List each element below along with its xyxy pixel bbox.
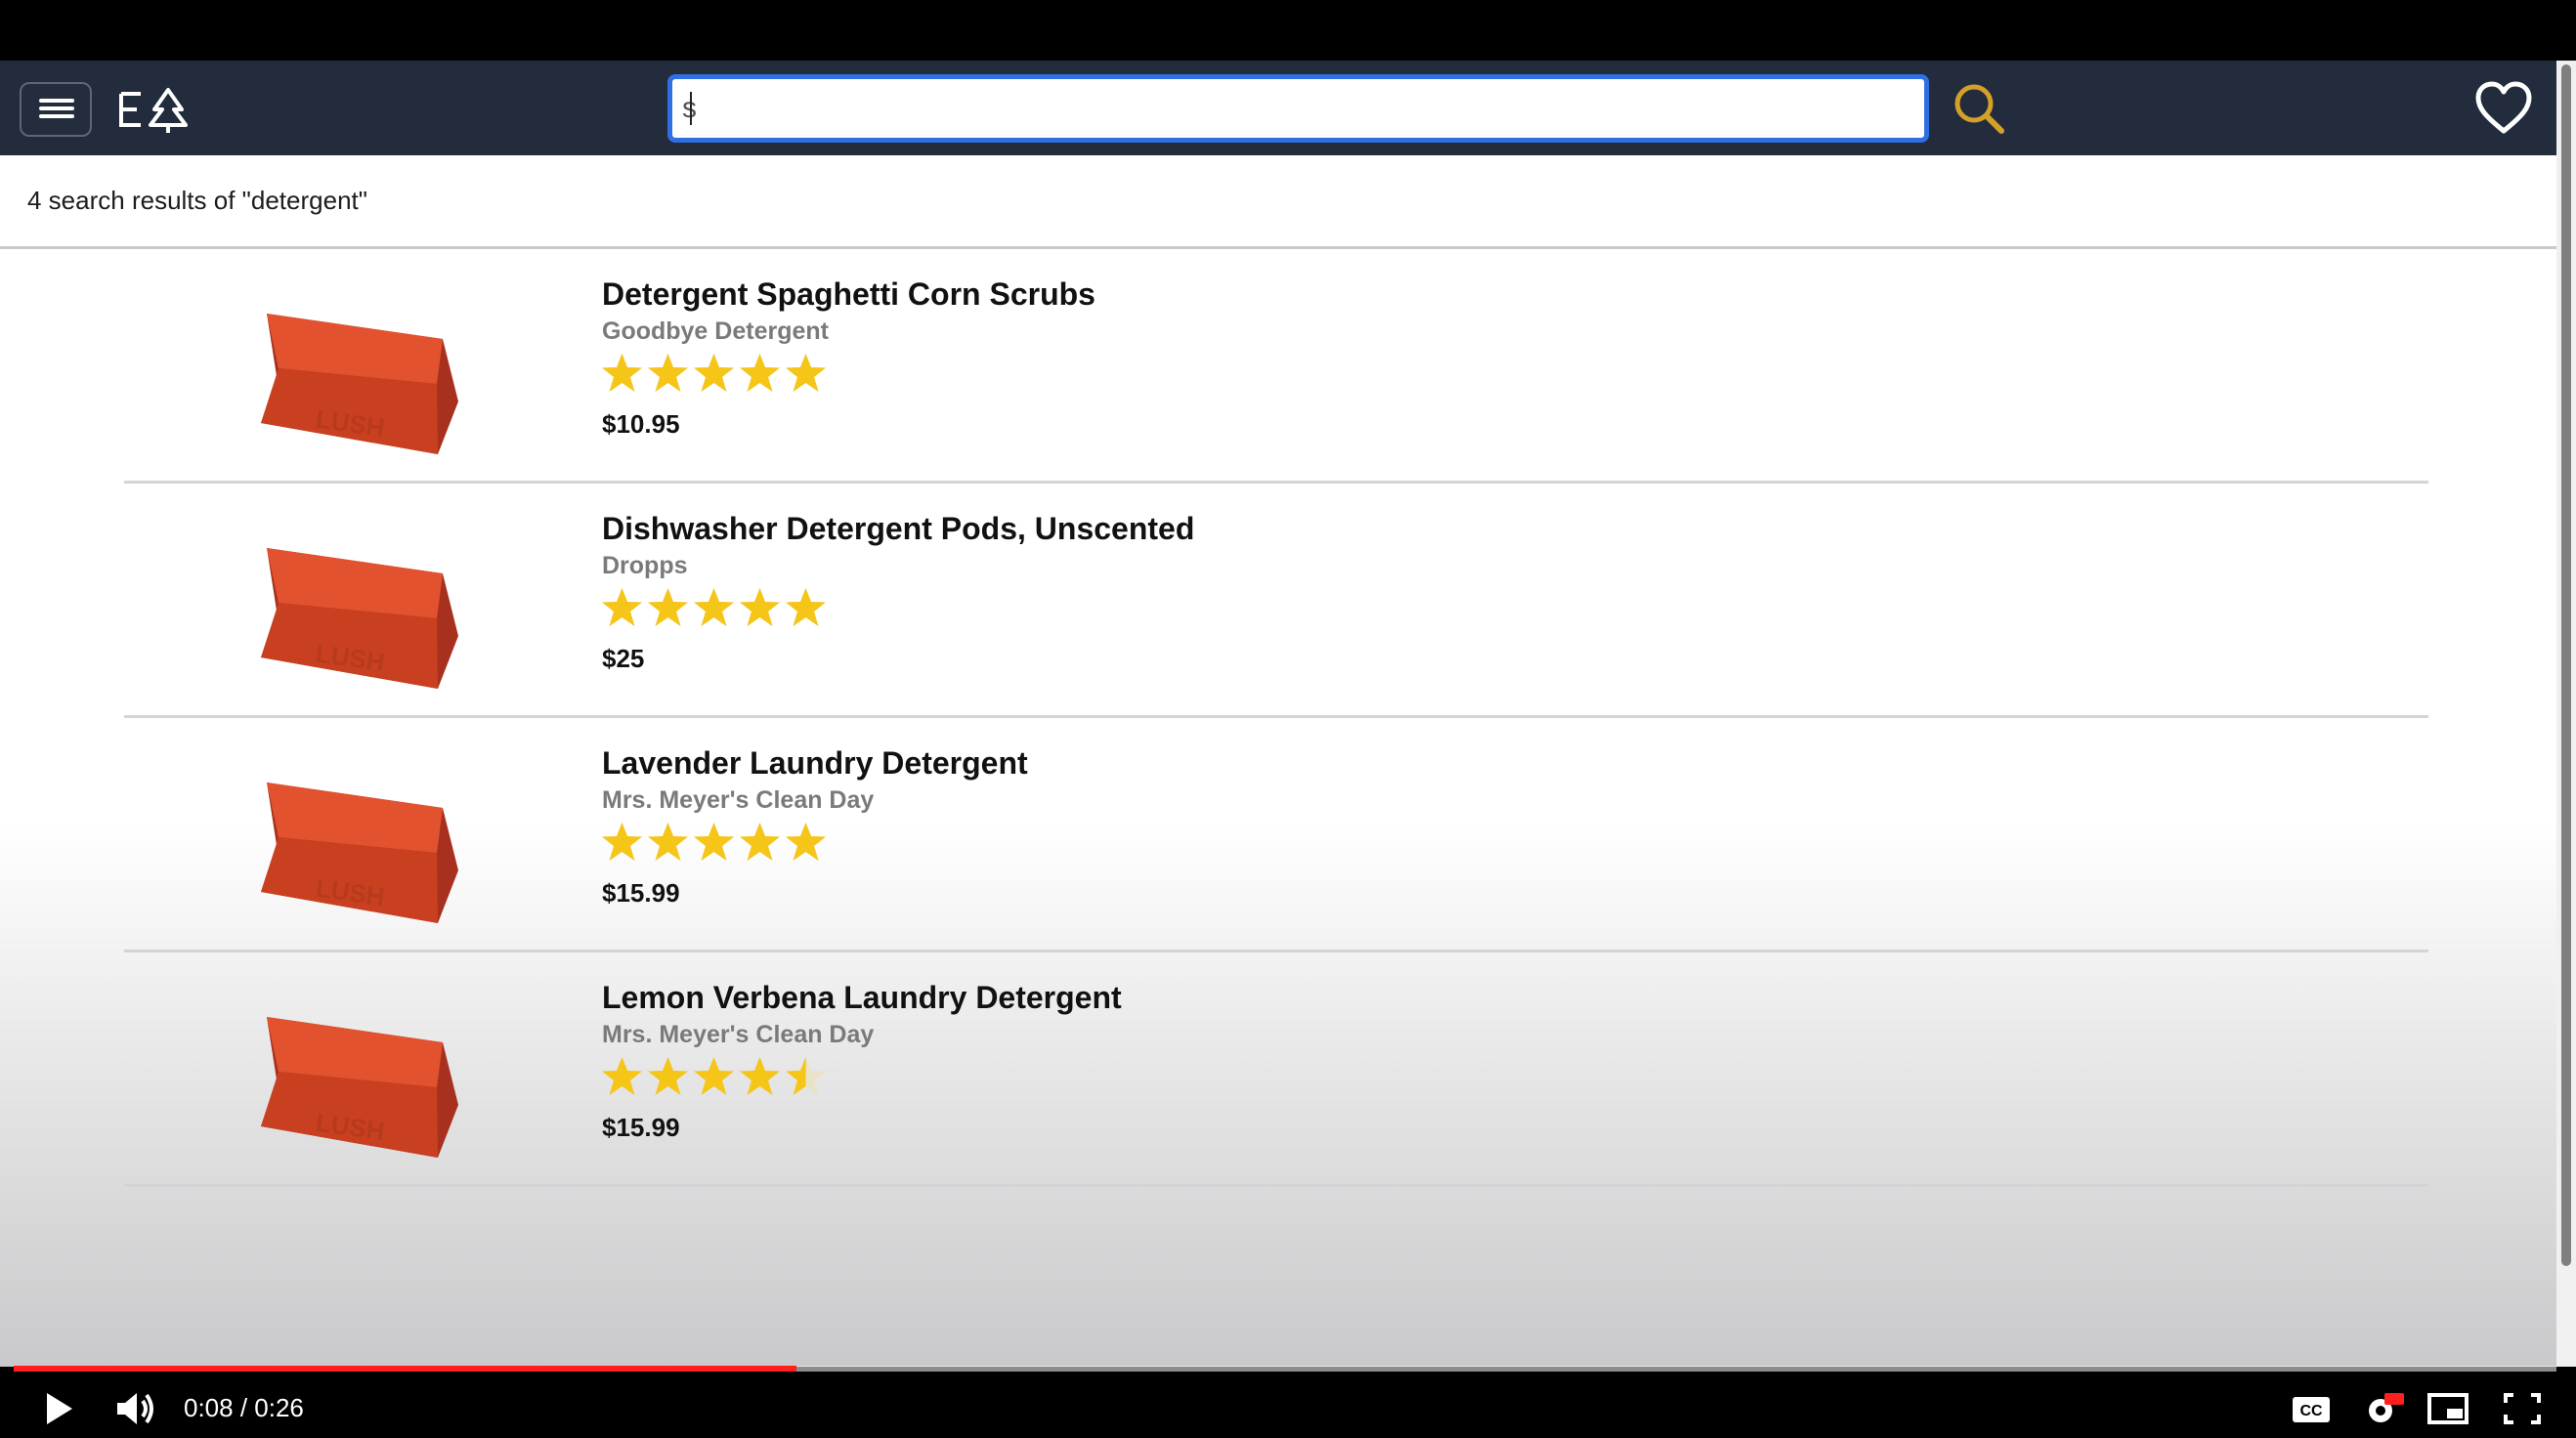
star-icon xyxy=(786,823,826,861)
product-name[interactable]: Detergent Spaghetti Corn Scrubs xyxy=(602,276,1095,313)
app-header xyxy=(0,61,2556,155)
product-image[interactable]: LUSH xyxy=(237,755,472,931)
product-item[interactable]: LUSH Dishwasher Detergent Pods, Unscente… xyxy=(124,484,2428,718)
search-input[interactable] xyxy=(667,74,1929,143)
star-icon xyxy=(602,354,642,392)
scrollbar-thumb[interactable] xyxy=(2561,64,2571,1266)
product-rating xyxy=(599,585,829,628)
product-name[interactable]: Lemon Verbena Laundry Detergent xyxy=(602,980,1122,1016)
product-price: $10.95 xyxy=(602,409,680,439)
product-price: $15.99 xyxy=(602,878,680,908)
video-top-bar xyxy=(0,0,2576,61)
star-icon xyxy=(694,354,734,392)
product-name[interactable]: Lavender Laundry Detergent xyxy=(602,745,1028,782)
star-icon xyxy=(648,588,688,626)
product-image[interactable]: LUSH xyxy=(237,286,472,462)
miniplayer-icon[interactable] xyxy=(2424,1387,2472,1430)
text-caret xyxy=(690,92,692,125)
star-icon xyxy=(602,1057,642,1095)
video-controls: 0:08 / 0:26 CC xyxy=(0,1348,2576,1438)
magnifier-icon[interactable] xyxy=(1951,80,2007,137)
star-icon xyxy=(786,588,826,626)
star-icon xyxy=(694,1057,734,1095)
product-item[interactable]: LUSH Detergent Spaghetti Corn Scrubs Goo… xyxy=(124,249,2428,484)
product-name[interactable]: Dishwasher Detergent Pods, Unscented xyxy=(602,511,1194,547)
video-time: 0:08 / 0:26 xyxy=(184,1393,304,1422)
product-brand: Mrs. Meyer's Clean Day xyxy=(602,786,875,814)
scrollbar[interactable] xyxy=(2556,61,2576,1367)
hamburger-icon xyxy=(39,99,74,122)
settings-icon[interactable] xyxy=(2357,1387,2406,1430)
star-icon xyxy=(740,588,780,626)
star-icon xyxy=(602,823,642,861)
search-results-count: 4 search results of "detergent" xyxy=(27,186,367,215)
product-brand: Dropps xyxy=(602,552,688,579)
product-brand: Mrs. Meyer's Clean Day xyxy=(602,1021,875,1048)
volume-icon[interactable] xyxy=(111,1387,160,1430)
menu-button[interactable] xyxy=(20,82,92,137)
star-icon xyxy=(740,823,780,861)
product-price: $15.99 xyxy=(602,1113,680,1142)
star-icon xyxy=(786,354,826,392)
product-image[interactable]: LUSH xyxy=(237,990,472,1165)
star-icon xyxy=(648,823,688,861)
product-rating xyxy=(599,1054,829,1097)
video-progress-bar[interactable] xyxy=(14,1366,2556,1372)
star-icon xyxy=(694,588,734,626)
captions-icon[interactable]: CC xyxy=(2287,1387,2336,1430)
product-rating xyxy=(599,351,829,394)
star-icon xyxy=(740,1057,780,1095)
star-icon xyxy=(648,1057,688,1095)
product-image[interactable]: LUSH xyxy=(237,521,472,697)
product-item[interactable]: LUSH Lavender Laundry Detergent Mrs. Mey… xyxy=(124,718,2428,952)
star-icon xyxy=(740,354,780,392)
product-item[interactable]: LUSH Lemon Verbena Laundry Detergent Mrs… xyxy=(124,952,2428,1187)
product-brand: Goodbye Detergent xyxy=(602,317,829,345)
play-icon[interactable] xyxy=(33,1387,82,1430)
star-icon xyxy=(694,823,734,861)
app-viewport: 4 search results of "detergent" LUSH Det… xyxy=(0,61,2556,1367)
star-icon xyxy=(602,588,642,626)
heart-icon[interactable] xyxy=(2474,80,2533,137)
video-progress-fill xyxy=(14,1366,797,1372)
product-rating xyxy=(599,820,829,863)
star-icon xyxy=(786,1057,826,1095)
product-price: $25 xyxy=(602,644,645,673)
star-icon xyxy=(648,354,688,392)
svg-text:CC: CC xyxy=(2299,1403,2323,1419)
tree-logo-icon[interactable] xyxy=(115,82,193,137)
fullscreen-icon[interactable] xyxy=(2498,1387,2547,1430)
